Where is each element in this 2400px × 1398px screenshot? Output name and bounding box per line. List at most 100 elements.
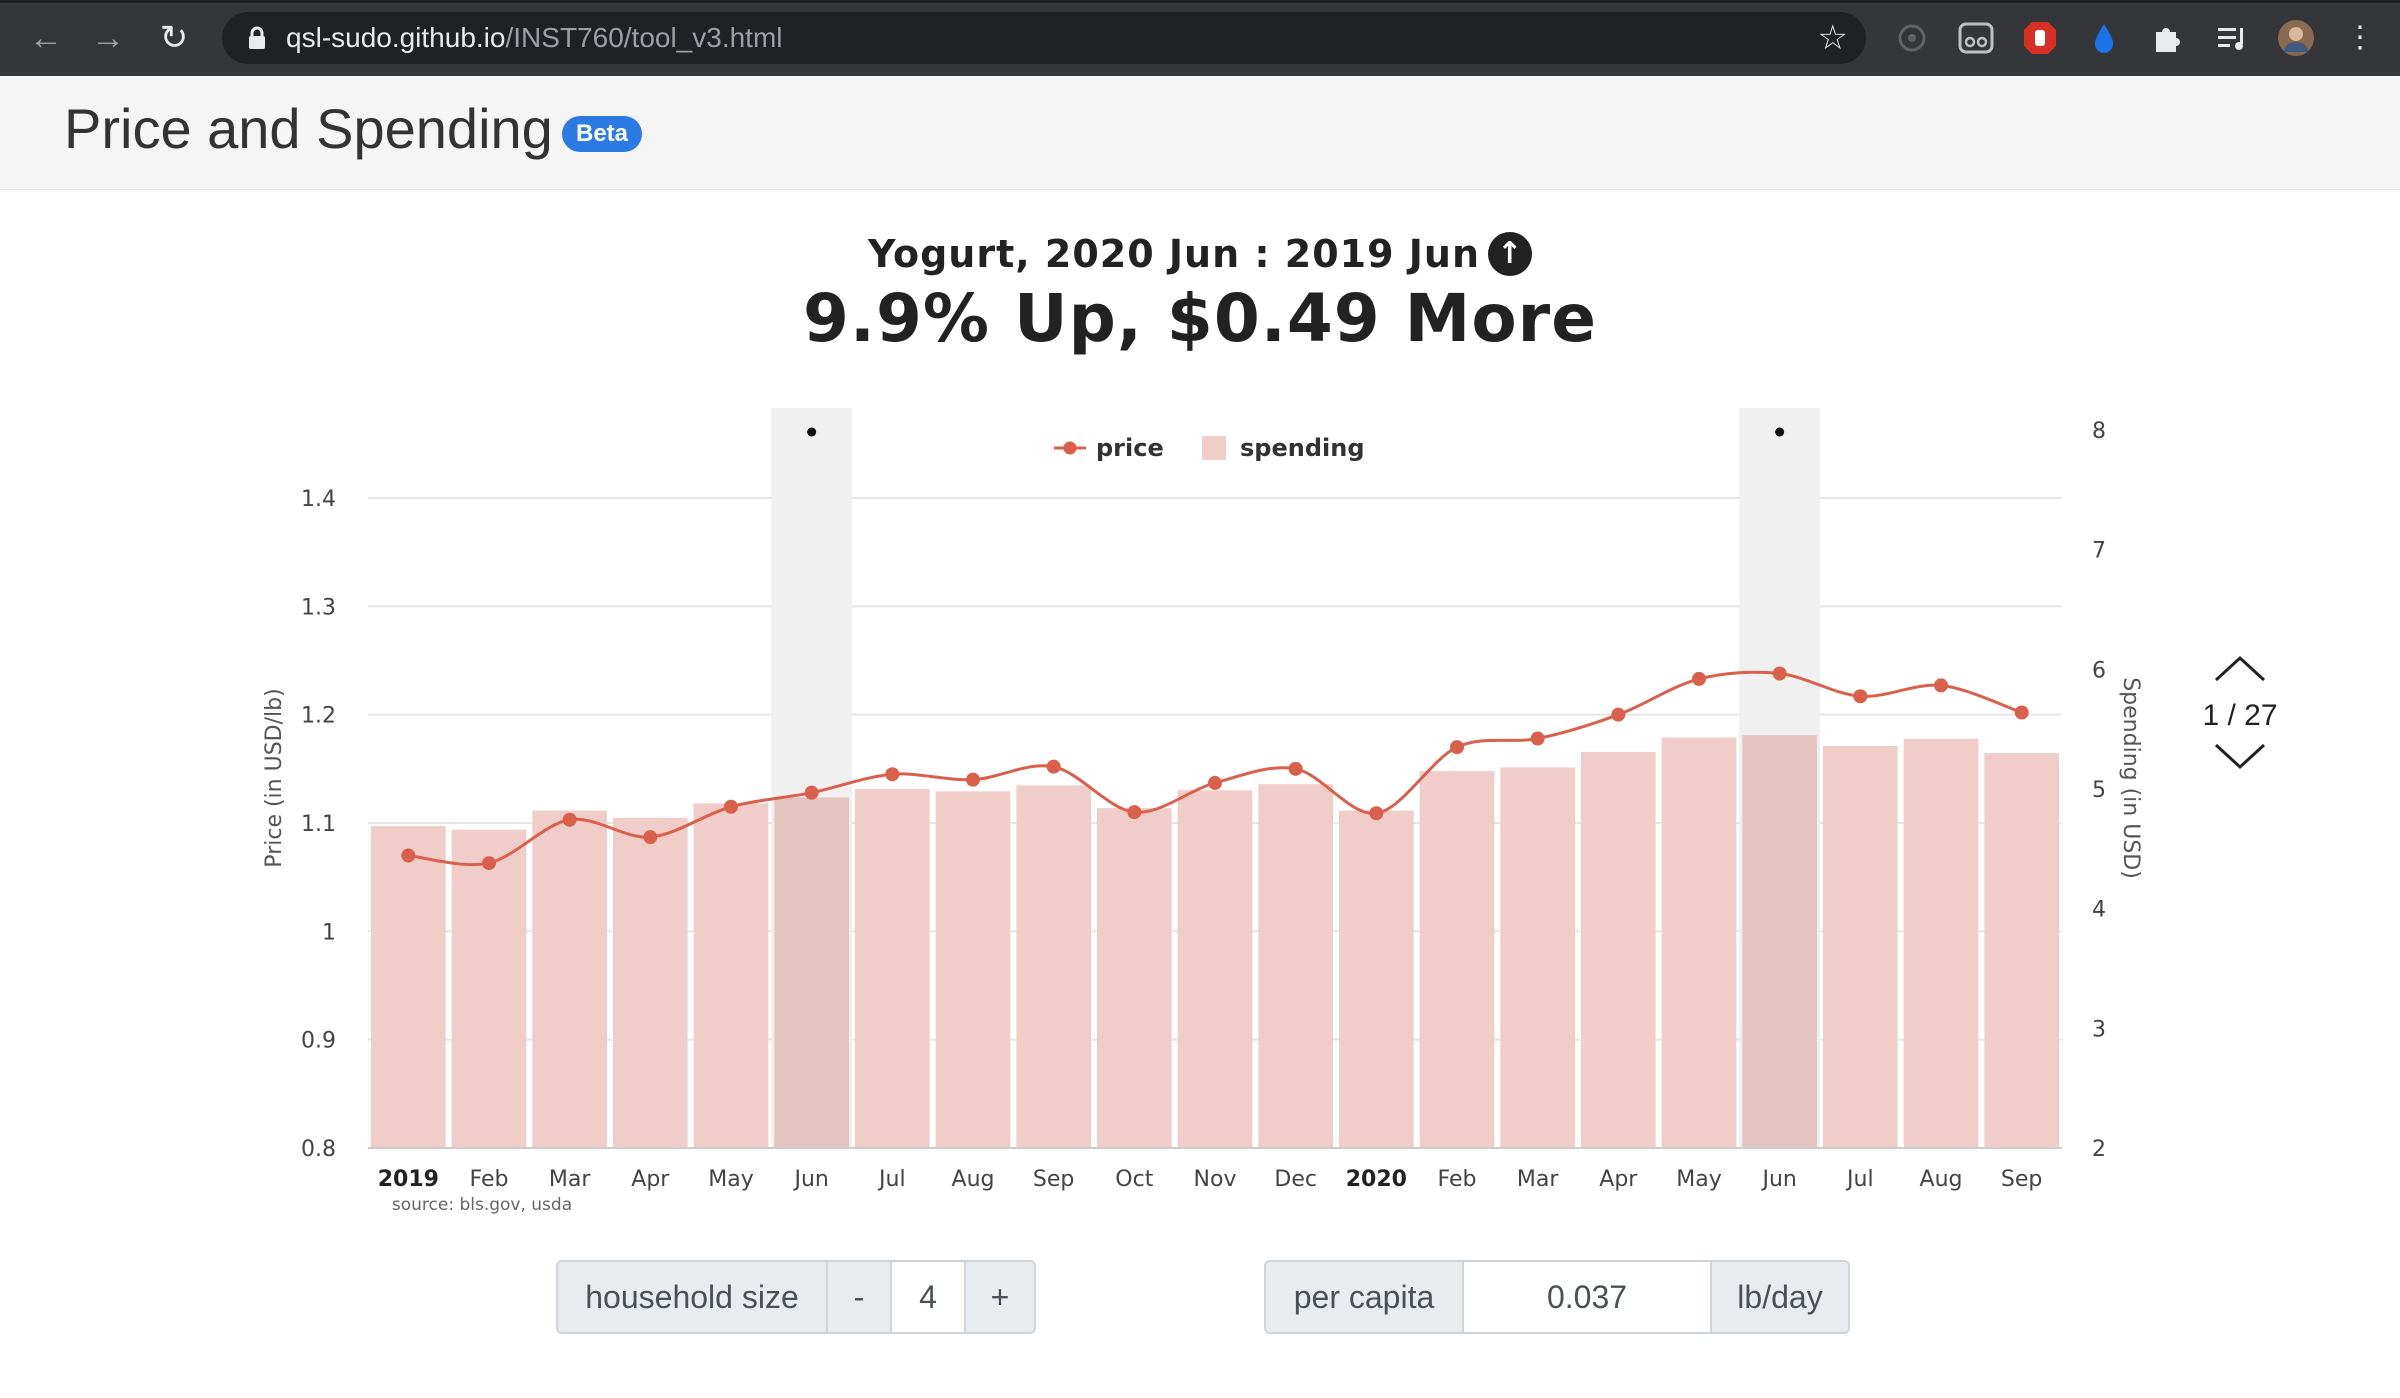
- x-tick-label: Feb: [470, 1167, 509, 1192]
- right-tick-label: 6: [2092, 658, 2106, 683]
- right-tick-label: 5: [2092, 778, 2106, 803]
- price-point: [1772, 666, 1787, 681]
- x-tick-label: 2020: [1346, 1167, 1407, 1192]
- right-tick-label: 7: [2092, 539, 2106, 564]
- left-tick-label: 0.9: [301, 1029, 336, 1054]
- right-axis-ticks: 2 3 4 5 6 7 8: [2092, 419, 2106, 1162]
- left-axis-label: Price (in USD/lb): [262, 688, 287, 867]
- spending-bar: [1419, 771, 1495, 1148]
- x-tick-label: Feb: [1438, 1167, 1477, 1192]
- household-size-value: 4: [890, 1262, 964, 1332]
- pager: 1 / 27: [2190, 650, 2290, 780]
- price-point: [1450, 740, 1464, 755]
- price-spending-chart: 0.8 0.9 1 1.1 1.2 1.3 1.4 2 3 4 5 6 7 8 2019 Feb Mar Ap…: [262, 408, 2143, 1215]
- x-tick-label: Apr: [631, 1167, 670, 1192]
- price-point: [1530, 731, 1545, 746]
- left-tick-label: 1.3: [301, 595, 336, 620]
- right-axis-label: Spending (in USD): [2118, 677, 2143, 879]
- price-point: [1369, 806, 1384, 821]
- right-tick-label: 8: [2092, 419, 2106, 444]
- household-increment-button[interactable]: +: [964, 1262, 1034, 1332]
- price-point: [1692, 671, 1706, 686]
- price-point: [1288, 761, 1303, 776]
- x-tick-label: Mar: [549, 1167, 591, 1192]
- price-point: [2014, 705, 2029, 720]
- spending-bar: [1903, 738, 1979, 1148]
- right-tick-label: 3: [2092, 1017, 2106, 1042]
- price-point: [401, 848, 416, 863]
- spending-bar: [693, 803, 769, 1148]
- price-point: [966, 772, 980, 787]
- x-tick-label: Sep: [1033, 1167, 1074, 1192]
- price-point: [1046, 759, 1061, 774]
- left-tick-label: 1.4: [301, 487, 336, 512]
- x-tick-label: Jun: [792, 1167, 828, 1192]
- price-point: [562, 812, 577, 827]
- price-point: [1853, 689, 1868, 704]
- x-tick-label: 2019: [378, 1167, 439, 1192]
- x-tick-label: Sep: [2001, 1167, 2042, 1192]
- spending-bar: [371, 826, 446, 1148]
- price-point: [1127, 805, 1142, 820]
- spending-bar: [774, 797, 849, 1148]
- household-size-control: household size - 4 +: [556, 1260, 1036, 1334]
- household-decrement-button[interactable]: -: [826, 1262, 890, 1332]
- x-tick-label: Nov: [1194, 1167, 1237, 1192]
- spending-bar: [613, 817, 688, 1148]
- x-tick-label: Dec: [1274, 1167, 1317, 1192]
- highlight-marker: [807, 427, 817, 437]
- spending-bar: [1823, 745, 1898, 1148]
- left-tick-label: 1: [322, 920, 336, 945]
- spending-bar: [1177, 790, 1253, 1148]
- source-note: source: bls.gov, usda: [392, 1195, 572, 1215]
- spending-bar: [855, 789, 930, 1148]
- x-tick-label: Aug: [1920, 1167, 1963, 1192]
- spending-bar: [1258, 784, 1333, 1148]
- x-tick-label: Mar: [1517, 1167, 1559, 1192]
- unit-label: lb/day: [1710, 1262, 1848, 1332]
- price-point: [482, 856, 496, 871]
- price-point: [804, 785, 819, 800]
- price-point: [1208, 775, 1222, 790]
- x-axis-ticks: 2019 Feb Mar Apr May Jun Jul Aug Sep Oct Nov Dec 202…: [378, 1167, 2043, 1192]
- left-axis-ticks: 0.8 0.9 1 1.1 1.2 1.3 1.4: [301, 487, 336, 1162]
- spending-bars: [371, 735, 2059, 1148]
- per-capita-input[interactable]: [1462, 1262, 1710, 1332]
- x-tick-label: Apr: [1599, 1167, 1638, 1192]
- left-tick-label: 1.2: [301, 704, 336, 729]
- x-tick-label: Aug: [952, 1167, 995, 1192]
- spending-bar: [1581, 751, 1656, 1148]
- pager-count: 1 / 27: [2202, 699, 2278, 732]
- spending-bar: [451, 829, 527, 1148]
- x-tick-label: Jul: [877, 1167, 906, 1192]
- x-tick-label: May: [1676, 1167, 1721, 1192]
- right-tick-label: 4: [2092, 898, 2106, 923]
- per-capita-control: per capita lb/day: [1264, 1260, 1850, 1334]
- spending-bar: [1097, 808, 1172, 1148]
- highlight-marker: [1775, 427, 1785, 437]
- left-tick-label: 0.8: [301, 1137, 336, 1162]
- chevron-up-icon[interactable]: [2210, 650, 2270, 686]
- x-tick-label: Oct: [1115, 1167, 1153, 1192]
- x-tick-label: May: [708, 1167, 753, 1192]
- price-point: [643, 830, 658, 845]
- price-point: [1611, 707, 1626, 722]
- spending-bar: [935, 791, 1011, 1148]
- chart-legend: price spending: [1054, 434, 1365, 462]
- per-capita-label: per capita: [1266, 1262, 1462, 1332]
- legend-bar-swatch: [1202, 436, 1226, 460]
- household-size-label: household size: [558, 1262, 826, 1332]
- spending-bar: [1016, 785, 1091, 1148]
- legend-point-swatch: [1063, 441, 1077, 455]
- spending-bar: [1661, 737, 1737, 1148]
- legend-spending-label: spending: [1240, 434, 1365, 462]
- price-point: [885, 767, 900, 782]
- x-tick-label: Jun: [1760, 1167, 1796, 1192]
- chevron-down-icon[interactable]: [2210, 739, 2270, 775]
- price-point: [1934, 678, 1948, 693]
- right-tick-label: 2: [2092, 1137, 2106, 1162]
- spending-bar: [1339, 810, 1414, 1148]
- spending-bar: [532, 810, 607, 1148]
- spending-bar: [1742, 735, 1817, 1148]
- legend-price-label: price: [1096, 434, 1164, 462]
